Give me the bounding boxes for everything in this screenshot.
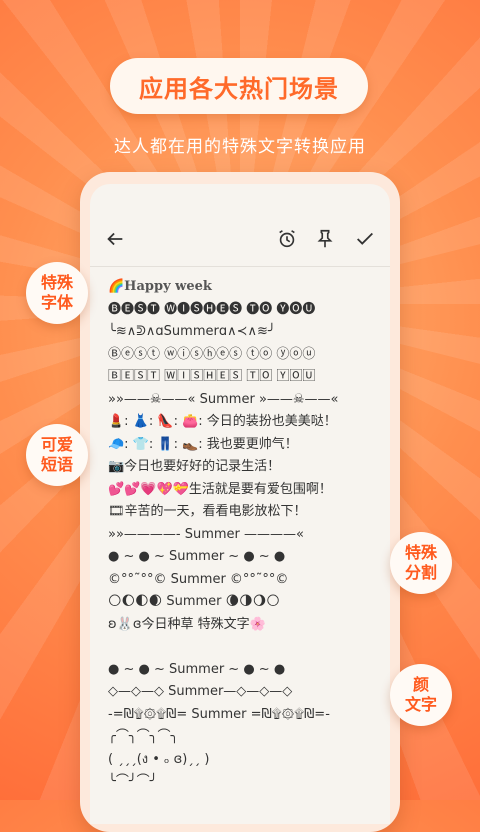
text-line: 🎞辛苦的一天，看看电影放松下！ — [108, 504, 307, 519]
text-line: 🌈Happy week — [108, 279, 212, 294]
text-line: 🅑🅔🅢🅣 🅦🅘🅢🅗🅔🅢 🅣🅞 🅨🅞🅤 — [108, 301, 316, 317]
badge-kaomoji: 颜 文字 — [390, 664, 452, 726]
badge-label: 可爱 短语 — [40, 435, 73, 474]
text-line: ╭⌒╮⌒╮⌒╮ — [108, 729, 179, 744]
text-line: ʚ🐰ɞ今日种草 特殊文字🌸 — [108, 616, 266, 632]
text-line: »»——☠——« Summer »——☠——« — [108, 391, 339, 407]
text-line: ◇—◇—◇ Summer—◇—◇—◇ — [108, 684, 293, 699]
check-icon[interactable] — [354, 228, 376, 250]
badge-label: 颜 文字 — [404, 675, 437, 714]
text-line: ( ˏˏˏ(ง • ₒ ɞ)ˏˏ ) — [108, 751, 210, 767]
text-line: ©°°˜°°© Summer ©°°˜°°© — [108, 571, 289, 587]
badge-cute-phrases: 可爱 短语 — [26, 424, 88, 486]
text-line: 🧢: 👕: 👖: 👞: 我也要更帅气！ — [108, 436, 298, 452]
text-line: 🌕🌔🌓🌒 Summer 🌘🌗🌖🌕 — [108, 594, 280, 609]
text-line — [108, 636, 388, 659]
text-line: 💄: 👗: 👠: 👛: 今日的装扮也美美哒！ — [108, 414, 337, 429]
text-line: ╰≋∧ᕲ∧ɑSummerɑ∧≺∧≋╯ — [108, 324, 276, 339]
back-arrow-icon[interactable] — [104, 228, 126, 250]
text-line: 💕💕💗💖💝生活就是要有爱包围啊！ — [108, 481, 332, 497]
alarm-clock-icon[interactable] — [276, 228, 298, 250]
text-line: »»————- Summer ————« — [108, 526, 304, 542]
text-line: 🄱🄴🅂🅃 🅆🄸🅂🄷🄴🅂 🅃🄾 🅈🄾🅄 — [108, 369, 316, 384]
text-line: Ⓑⓔⓢⓣ ⓦⓘⓢⓗⓔⓢ ⓣⓞ ⓨⓞⓤ — [108, 346, 316, 362]
badge-label: 特殊 字体 — [40, 273, 73, 312]
text-line: -=₪۩۞۩₪= Summer =₪۩۞۩₪=- — [108, 706, 330, 722]
headline-pill: 应用各大热门场景 — [110, 58, 368, 114]
editor-toolbar — [90, 184, 390, 267]
text-line: ╰⌒╯⌒╯ — [108, 774, 158, 789]
phone-frame: 🌈Happy week 🅑🅔🅢🅣 🅦🅘🅢🅗🅔🅢 🅣🅞 🅨🅞🅤 ╰≋∧ᕲ∧ɑSum… — [80, 172, 400, 832]
text-content[interactable]: 🌈Happy week 🅑🅔🅢🅣 🅦🅘🅢🅗🅔🅢 🅣🅞 🅨🅞🅤 ╰≋∧ᕲ∧ɑSum… — [108, 276, 388, 794]
pin-icon[interactable] — [314, 228, 336, 250]
badge-special-font: 特殊 字体 — [26, 262, 88, 324]
text-line: ● ~ ● ~ Summer ~ ● ~ ● — [108, 661, 286, 677]
text-line: ● ~ ● ~ Summer ~ ● ~ ● — [108, 549, 286, 564]
headline: 应用各大热门场景 — [139, 74, 339, 103]
badge-special-divider: 特殊 分割 — [390, 532, 452, 594]
badge-label: 特殊 分割 — [404, 543, 437, 582]
editor-screen: 🌈Happy week 🅑🅔🅢🅣 🅦🅘🅢🅗🅔🅢 🅣🅞 🅨🅞🅤 ╰≋∧ᕲ∧ɑSum… — [90, 184, 390, 824]
subtitle: 达人都在用的特殊文字转换应用 — [114, 137, 366, 157]
text-line: 📷今日也要好好的记录生活！ — [108, 459, 281, 474]
